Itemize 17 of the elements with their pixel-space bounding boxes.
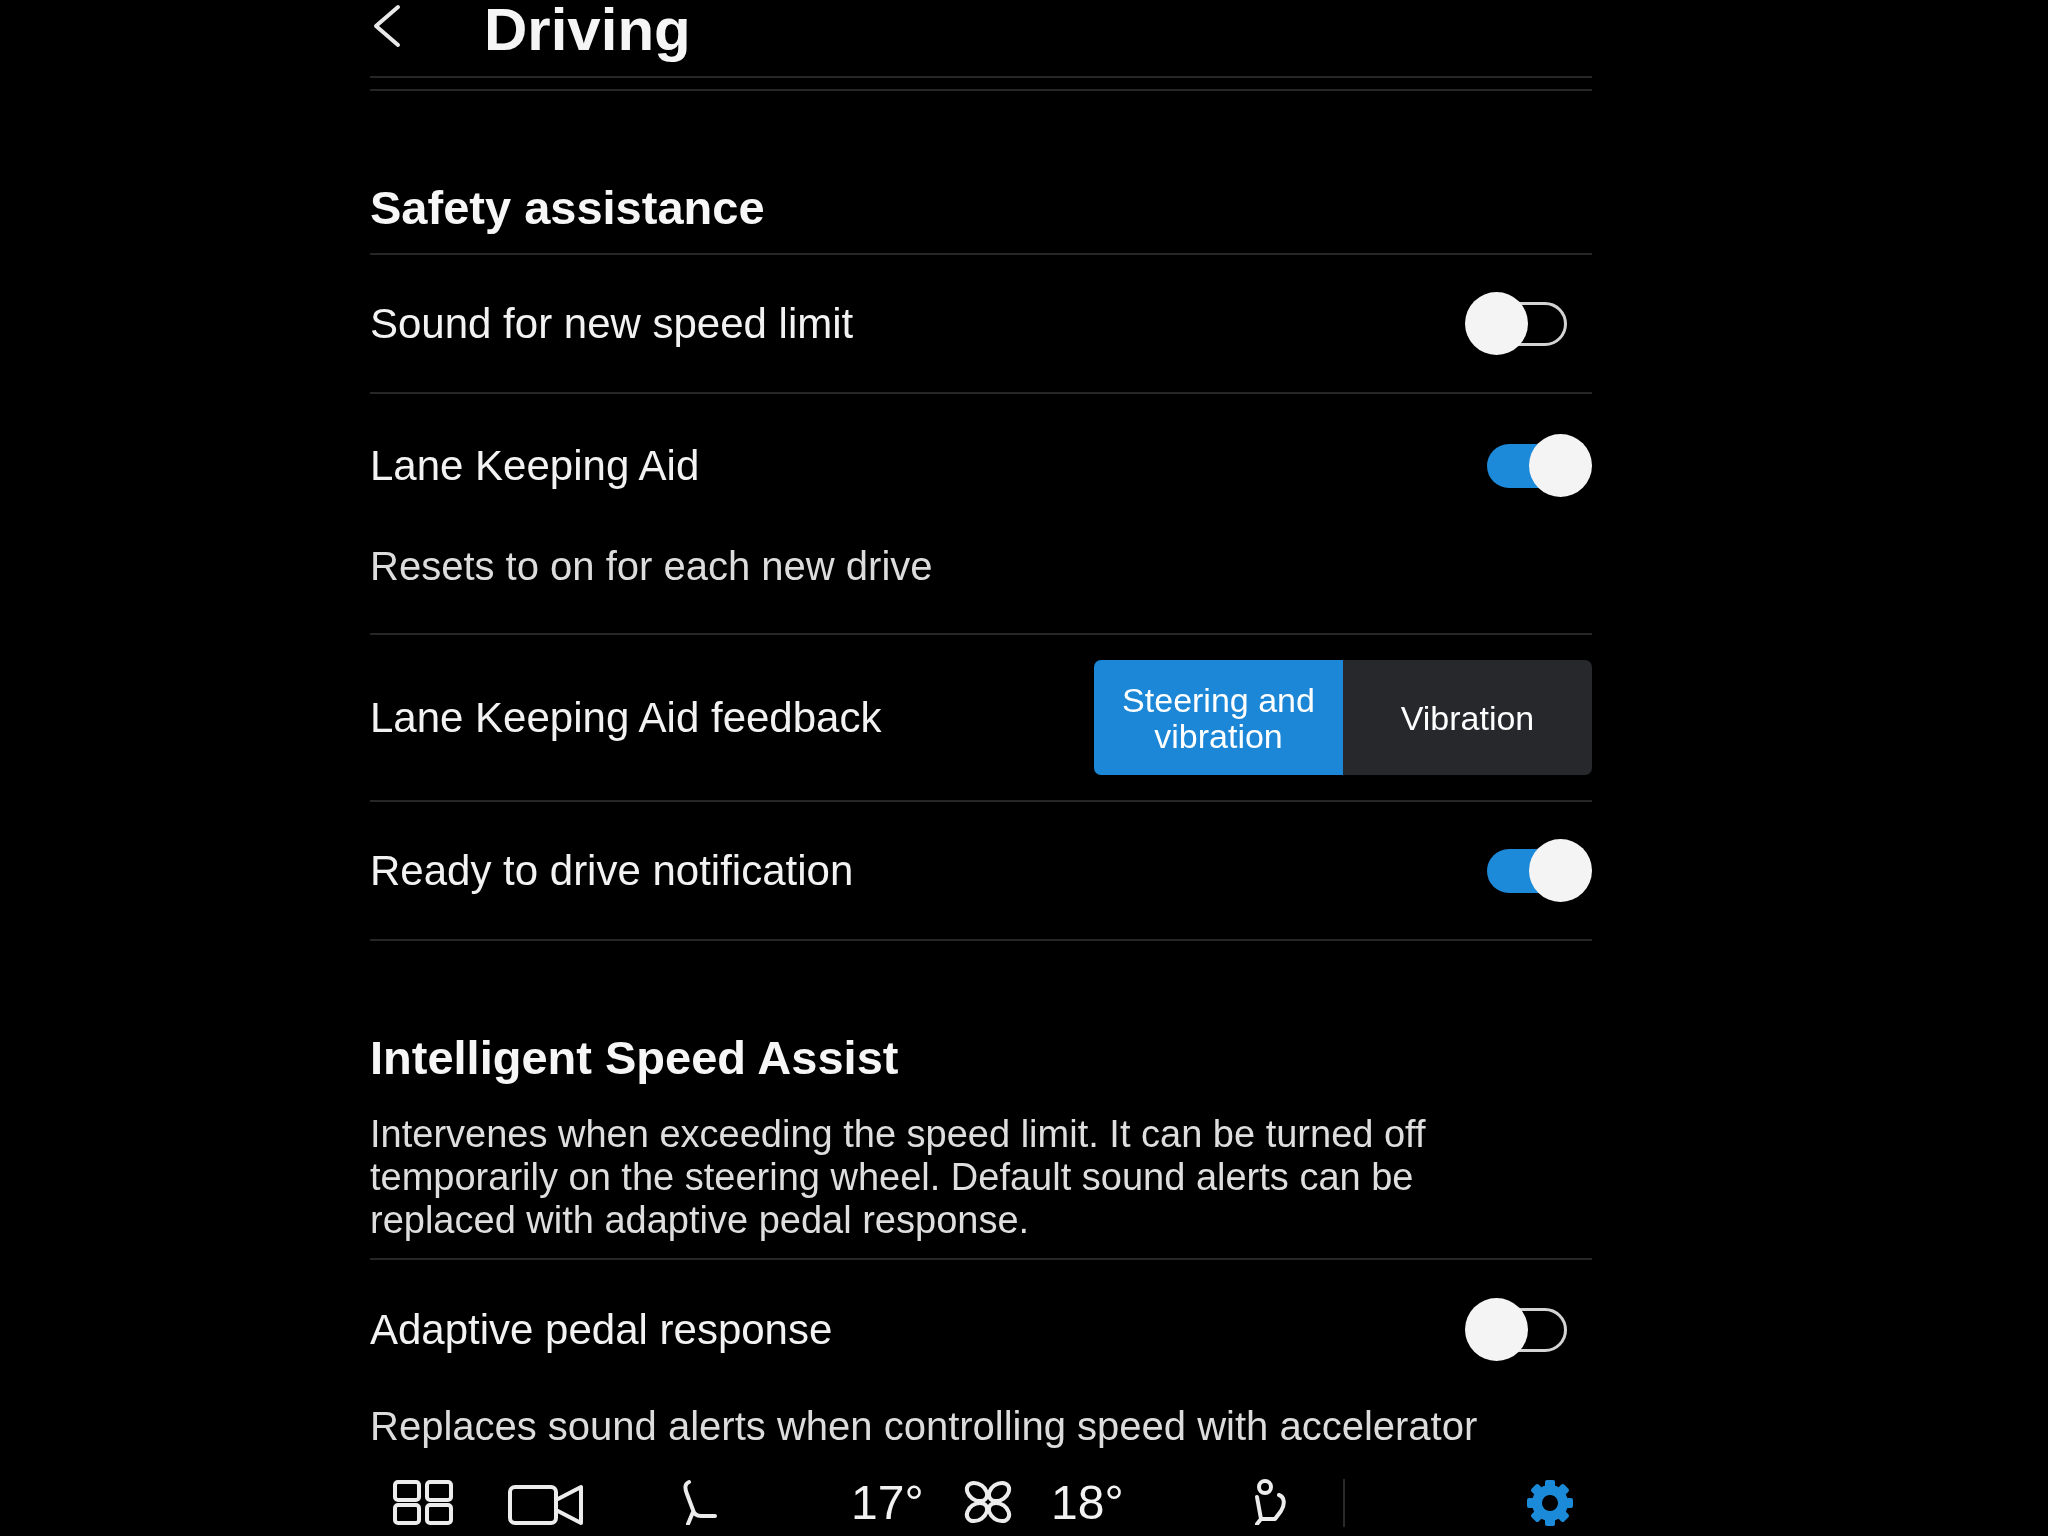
setting-label: Lane Keeping Aid feedback — [370, 693, 882, 742]
setting-label: Lane Keeping Aid — [370, 441, 700, 490]
temperature-reading[interactable]: 18° — [1051, 1479, 1124, 1527]
temperature-reading[interactable]: 17° — [851, 1479, 924, 1527]
page-title: Driving — [484, 0, 691, 60]
section-title: Safety assistance — [370, 183, 766, 233]
setting-label: Ready to drive notification — [370, 846, 854, 895]
setting-description: Resets to on for each new drive — [370, 543, 934, 589]
segment-option[interactable]: Vibration — [1343, 660, 1592, 775]
section-description: Intervenes when exceeding the speed limit. It can be turned off temporarily on the steering wheel. Default sound alerts can be replaced with adaptive pedal response. — [370, 1113, 1427, 1242]
setting-description: Replaces sound alerts when controlling speed with accelerator — [370, 1403, 1479, 1449]
grid-icon[interactable] — [392, 1479, 454, 1525]
setting-label: Sound for new speed limit — [370, 299, 854, 348]
section-title: Intelligent Speed Assist — [370, 1033, 900, 1083]
segment-option[interactable]: Steering and vibration — [1094, 660, 1343, 775]
setting-label: Adaptive pedal response — [370, 1305, 833, 1354]
seat-icon[interactable] — [680, 1479, 718, 1525]
